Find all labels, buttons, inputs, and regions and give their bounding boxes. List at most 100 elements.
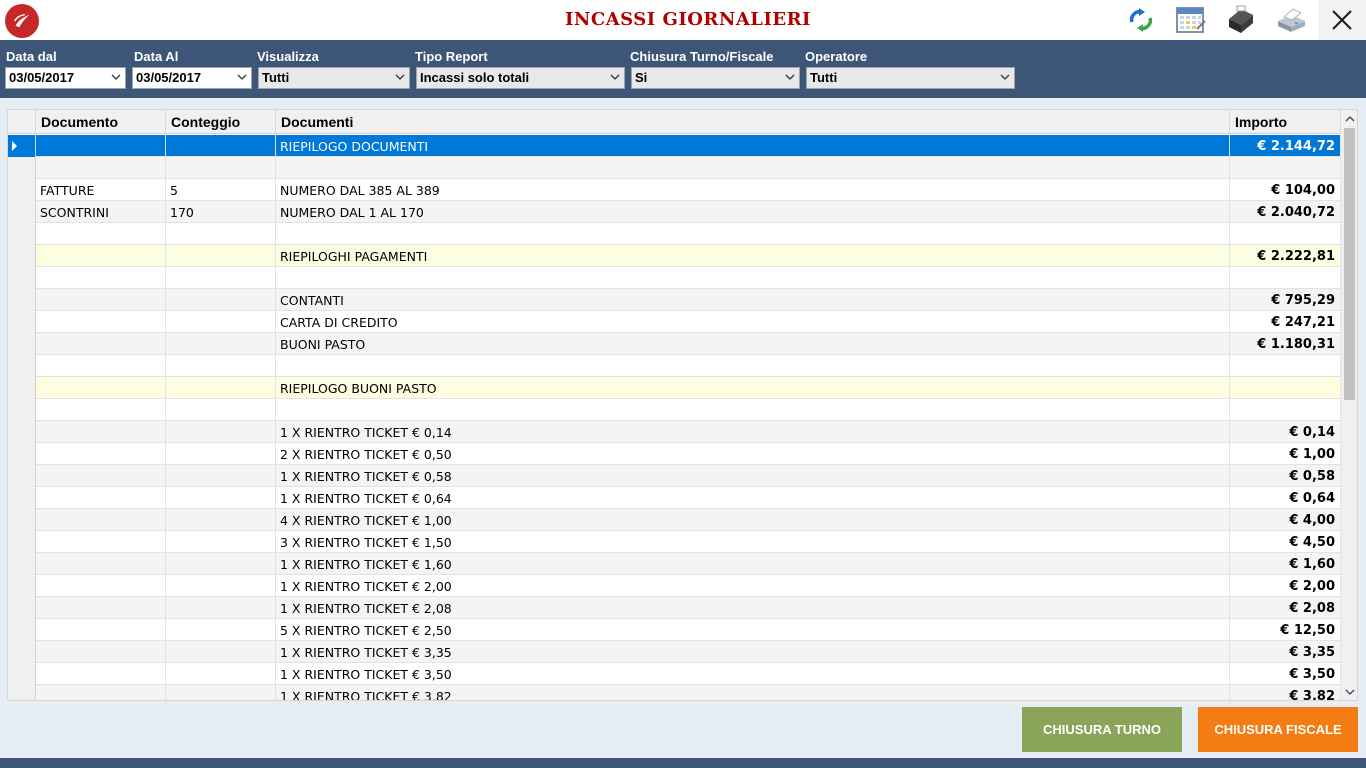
cell-documento <box>36 311 166 333</box>
cell-conteggio <box>166 509 276 531</box>
data-dal-label: Data dal <box>6 49 57 64</box>
close-icon <box>1332 10 1352 30</box>
printer-icon[interactable] <box>1274 4 1308 36</box>
table-row[interactable]: 5 X RIENTRO TICKET € 2,50 € 12,50 <box>8 619 1341 641</box>
cell-importo <box>1230 355 1341 377</box>
table-row[interactable]: BUONI PASTO € 1.180,31 <box>8 333 1341 355</box>
scroll-up-button[interactable] <box>1341 110 1357 127</box>
cell-documento <box>36 245 166 267</box>
table-row[interactable]: 3 X RIENTRO TICKET € 1,50 € 4,50 <box>8 531 1341 553</box>
table-row[interactable] <box>8 399 1341 421</box>
chiusura-value: Si <box>635 70 648 85</box>
cell-importo <box>1230 399 1341 421</box>
cell-importo <box>1230 157 1341 179</box>
table-row[interactable]: 1 X RIENTRO TICKET € 3,35 € 3,35 <box>8 641 1341 663</box>
cell-documenti: 1 X RIENTRO TICKET € 0,64 <box>276 487 1230 509</box>
row-header <box>8 443 36 465</box>
chevron-down-icon <box>785 74 795 80</box>
table-row[interactable]: RIEPILOGO DOCUMENTI € 2.144,72 <box>8 135 1341 157</box>
cell-documenti: 4 X RIENTRO TICKET € 1,00 <box>276 509 1230 531</box>
cell-importo: € 0,14 <box>1230 421 1341 443</box>
vertical-scrollbar[interactable] <box>1341 110 1357 700</box>
table-row[interactable]: 1 X RIENTRO TICKET € 3,82 € 3,82 <box>8 685 1341 700</box>
column-header-importo[interactable]: Importo <box>1230 110 1341 134</box>
table-row[interactable]: SCONTRINI 170 NUMERO DAL 1 AL 170 € 2.040,7… <box>8 201 1341 223</box>
column-header-documento[interactable]: Documento <box>36 110 166 134</box>
cell-documenti <box>276 267 1230 289</box>
grid-header: Documento Conteggio Documenti Importo <box>8 110 1341 134</box>
row-header <box>8 663 36 685</box>
cell-importo: € 1,00 <box>1230 443 1341 465</box>
cell-importo: € 1.180,31 <box>1230 333 1341 355</box>
cell-documenti: NUMERO DAL 385 AL 389 <box>276 179 1230 201</box>
chiusura-select[interactable]: Si <box>631 67 800 89</box>
table-row[interactable]: RIEPILOGO BUONI PASTO <box>8 377 1341 399</box>
operatore-value: Tutti <box>810 70 838 85</box>
refresh-icon[interactable] <box>1124 4 1158 36</box>
tipo-report-select[interactable]: Incassi solo totali <box>416 67 625 89</box>
cell-conteggio <box>166 685 276 700</box>
table-row[interactable] <box>8 157 1341 179</box>
cell-documento <box>36 597 166 619</box>
table-row[interactable] <box>8 355 1341 377</box>
cell-documento <box>36 575 166 597</box>
row-header <box>8 223 36 245</box>
table-row[interactable]: 1 X RIENTRO TICKET € 1,60 € 1,60 <box>8 553 1341 575</box>
column-header-documenti[interactable]: Documenti <box>276 110 1230 134</box>
table-row[interactable]: RIEPILOGHI PAGAMENTI € 2.222,81 <box>8 245 1341 267</box>
cell-documenti: 3 X RIENTRO TICKET € 1,50 <box>276 531 1230 553</box>
chevron-down-icon <box>610 74 620 80</box>
table-row[interactable]: CARTA DI CREDITO € 247,21 <box>8 311 1341 333</box>
table-row[interactable]: 1 X RIENTRO TICKET € 0,14 € 0,14 <box>8 421 1341 443</box>
chevron-up-icon <box>1345 115 1354 121</box>
operatore-select[interactable]: Tutti <box>806 67 1015 89</box>
table-row[interactable]: 2 X RIENTRO TICKET € 0,50 € 1,00 <box>8 443 1341 465</box>
cell-documenti: CONTANTI <box>276 289 1230 311</box>
filter-bar: Data dal 03/05/2017 Data Al 03/05/2017 V… <box>0 40 1366 98</box>
table-row[interactable]: 1 X RIENTRO TICKET € 3,50 € 3,50 <box>8 663 1341 685</box>
data-al-select[interactable]: 03/05/2017 <box>132 67 252 89</box>
cell-conteggio: 170 <box>166 201 276 223</box>
cell-importo <box>1230 223 1341 245</box>
cell-conteggio: 5 <box>166 179 276 201</box>
column-header-conteggio[interactable]: Conteggio <box>166 110 276 134</box>
table-row[interactable]: FATTURE 5 NUMERO DAL 385 AL 389 € 104,00 <box>8 179 1341 201</box>
cell-documento <box>36 377 166 399</box>
table-row[interactable] <box>8 267 1341 289</box>
row-header <box>8 421 36 443</box>
tipo-report-label: Tipo Report <box>415 49 488 64</box>
cell-documenti: BUONI PASTO <box>276 333 1230 355</box>
table-row[interactable]: 1 X RIENTRO TICKET € 2,00 € 2,00 <box>8 575 1341 597</box>
cell-conteggio <box>166 245 276 267</box>
chiusura-turno-button[interactable]: CHIUSURA TURNO <box>1022 707 1182 752</box>
scroll-thumb[interactable] <box>1344 128 1355 400</box>
table-row[interactable]: 1 X RIENTRO TICKET € 0,64 € 0,64 <box>8 487 1341 509</box>
table-row[interactable]: 1 X RIENTRO TICKET € 0,58 € 0,58 <box>8 465 1341 487</box>
calendar-icon[interactable] <box>1174 4 1208 36</box>
row-header <box>8 465 36 487</box>
cell-documenti: RIEPILOGO BUONI PASTO <box>276 377 1230 399</box>
table-row[interactable]: 4 X RIENTRO TICKET € 1,00 € 4,00 <box>8 509 1341 531</box>
data-dal-select[interactable]: 03/05/2017 <box>5 67 126 89</box>
close-button[interactable] <box>1318 0 1366 40</box>
table-row[interactable]: 1 X RIENTRO TICKET € 2,08 € 2,08 <box>8 597 1341 619</box>
table-row[interactable]: CONTANTI € 795,29 <box>8 289 1341 311</box>
cell-documenti: RIEPILOGHI PAGAMENTI <box>276 245 1230 267</box>
row-header <box>8 399 36 421</box>
cell-documento: SCONTRINI <box>36 201 166 223</box>
cell-documento <box>36 685 166 700</box>
scroll-down-button[interactable] <box>1341 683 1357 700</box>
row-header <box>8 157 36 179</box>
cell-documenti: 5 X RIENTRO TICKET € 2,50 <box>276 619 1230 641</box>
cell-importo: € 104,00 <box>1230 179 1341 201</box>
tipo-report-value: Incassi solo totali <box>420 70 530 85</box>
table-row[interactable] <box>8 223 1341 245</box>
cell-documento <box>36 289 166 311</box>
row-header <box>8 311 36 333</box>
visualizza-select[interactable]: Tutti <box>258 67 410 89</box>
cell-documenti: 1 X RIENTRO TICKET € 1,60 <box>276 553 1230 575</box>
chiusura-fiscale-button[interactable]: CHIUSURA FISCALE <box>1198 707 1358 752</box>
cash-register-icon[interactable] <box>1224 4 1258 36</box>
cell-documento <box>36 487 166 509</box>
cell-importo: € 4,50 <box>1230 531 1341 553</box>
